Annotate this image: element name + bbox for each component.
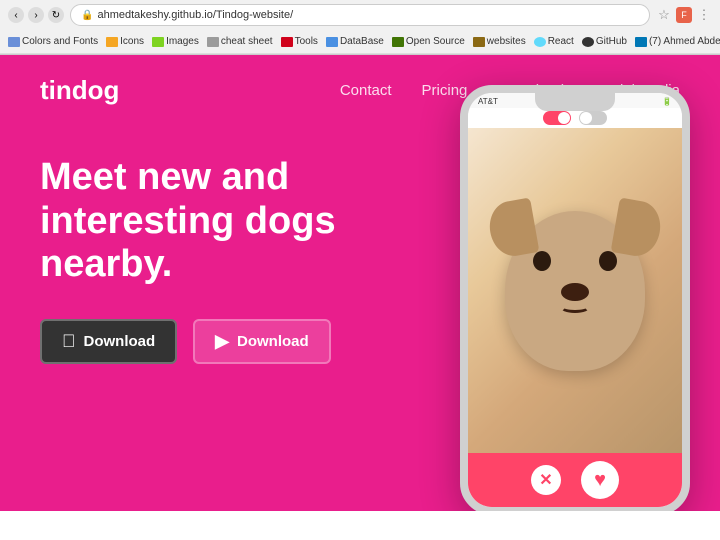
dog-ear-right [611,197,665,259]
brand-logo[interactable]: tindog [40,75,119,106]
dog-image [468,128,682,453]
dog-nose [561,283,589,301]
phone-screen: AT&T 5:55 PM 🔋 [468,93,682,507]
bookmark-tools[interactable]: Tools [281,36,318,47]
dog-eye-right [599,251,617,271]
browser-chrome: ‹ › ↻ 🔒 ahmedtakeshy.github.io/Tindog-we… [0,0,720,55]
dog-card [468,128,682,453]
bookmark-cheat-sheet[interactable]: cheat sheet [207,36,273,47]
apple-download-label: Download [84,333,156,350]
phone-outer: AT&T 5:55 PM 🔋 [460,85,690,511]
back-button[interactable]: ‹ [8,7,24,23]
url-text: ahmedtakeshy.github.io/Tindog-website/ [97,9,293,21]
action-bar: ✕ ♥ [468,453,682,507]
forward-button[interactable]: › [28,7,44,23]
google-download-button[interactable]: ▶ Download [193,319,331,364]
bookmarks-bar: Colors and Fonts Icons Images cheat shee… [0,30,720,54]
phone-mockup: AT&T 5:55 PM 🔋 [460,85,690,505]
bookmark-colors-fonts[interactable]: Colors and Fonts [8,36,98,47]
apple-icon:  [62,331,76,352]
dog-ear-left [486,197,540,259]
bookmark-websites[interactable]: websites [473,36,526,47]
hero-section: tindog Contact Pricing Download Social M… [0,55,720,511]
phone-notch [535,93,615,111]
browser-right-icons: ☆ F ⋮ [656,7,712,23]
bookmark-database[interactable]: DataBase [326,36,384,47]
bookmark-star-icon[interactable]: ☆ [656,7,672,23]
bookmark-images[interactable]: Images [152,36,199,47]
url-bar[interactable]: 🔒 ahmedtakeshy.github.io/Tindog-website/ [70,4,650,26]
toggle-on[interactable] [543,111,571,125]
nav-item-contact[interactable]: Contact [340,82,392,100]
dislike-button[interactable]: ✕ [531,465,561,495]
hero-heading: Meet new and interesting dogs nearby. [40,156,440,287]
toggle-row [468,108,682,128]
extensions-icon[interactable]: F [676,7,692,23]
like-button[interactable]: ♥ [581,461,619,499]
dog-face [505,211,645,371]
refresh-button[interactable]: ↻ [48,7,64,23]
bookmark-linkedin[interactable]: (7) Ahmed Abdels... [635,36,720,47]
bookmark-github[interactable]: GitHub [582,36,627,47]
nav-buttons: ‹ › ↻ [8,7,64,23]
address-bar: ‹ › ↻ 🔒 ahmedtakeshy.github.io/Tindog-we… [0,0,720,30]
lock-icon: 🔒 [81,10,93,21]
apple-download-button[interactable]:  Download [40,319,177,364]
carrier-label: AT&T [478,97,498,106]
bookmark-react[interactable]: React [534,36,574,47]
dog-mouth [560,301,590,313]
battery-label: 🔋 [662,97,672,106]
bookmark-open-source[interactable]: Open Source [392,36,465,47]
google-download-label: Download [237,333,309,350]
chrome-menu-icon[interactable]: ⋮ [696,7,712,23]
play-store-icon: ▶ [215,331,229,352]
bookmark-icons[interactable]: Icons [106,36,144,47]
dog-eye-left [533,251,551,271]
toggle-off[interactable] [579,111,607,125]
